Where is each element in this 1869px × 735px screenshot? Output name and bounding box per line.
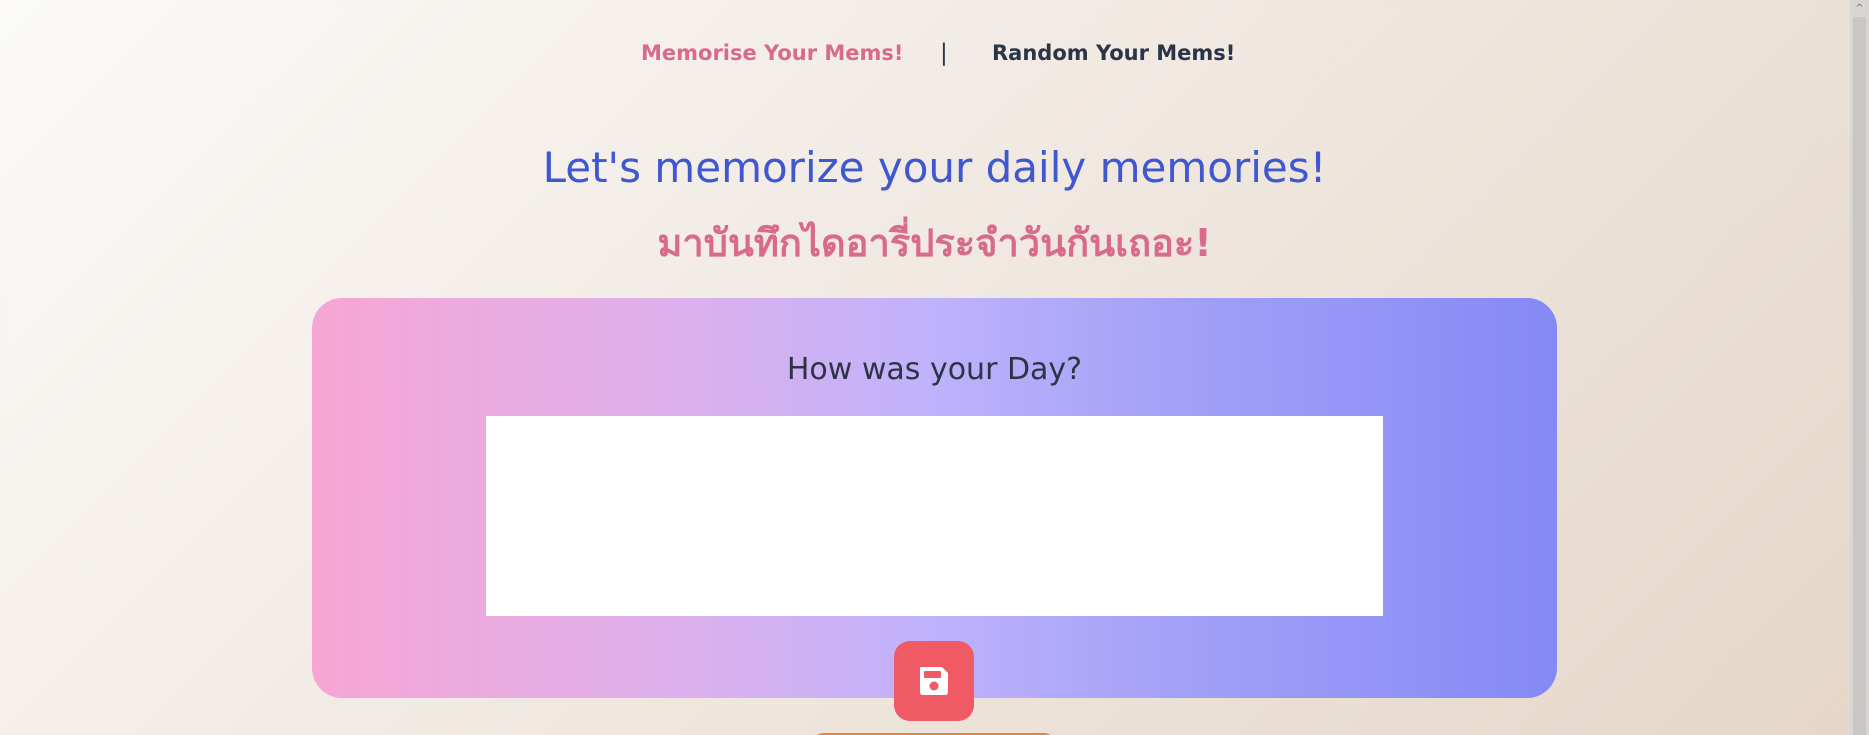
page-title-thai: มาบันทึกไดอารี่ประจำวันกันเถอะ! — [657, 221, 1212, 265]
scrollbar-thumb[interactable] — [1853, 17, 1866, 735]
vertical-scrollbar[interactable]: ^ — [1850, 0, 1869, 735]
diary-textarea[interactable] — [486, 416, 1383, 616]
page-title: Let's memorize your daily memories! — [542, 143, 1327, 192]
scroll-up-arrow-icon[interactable]: ^ — [1850, 0, 1869, 17]
nav-random-link[interactable]: Random Your Mems! — [992, 38, 1235, 68]
nav-separator: | — [940, 40, 948, 66]
save-button[interactable] — [894, 641, 974, 721]
diary-card: How was your Day? — [312, 298, 1557, 721]
nav-memorise-link[interactable]: Memorise Your Mems! — [641, 38, 903, 68]
top-nav: Memorise Your Mems! | Random Your Mems! — [0, 38, 1869, 68]
page: Memorise Your Mems! | Random Your Mems! … — [0, 0, 1850, 735]
diary-question: How was your Day? — [786, 352, 1083, 387]
floppy-disk-icon — [920, 667, 948, 695]
